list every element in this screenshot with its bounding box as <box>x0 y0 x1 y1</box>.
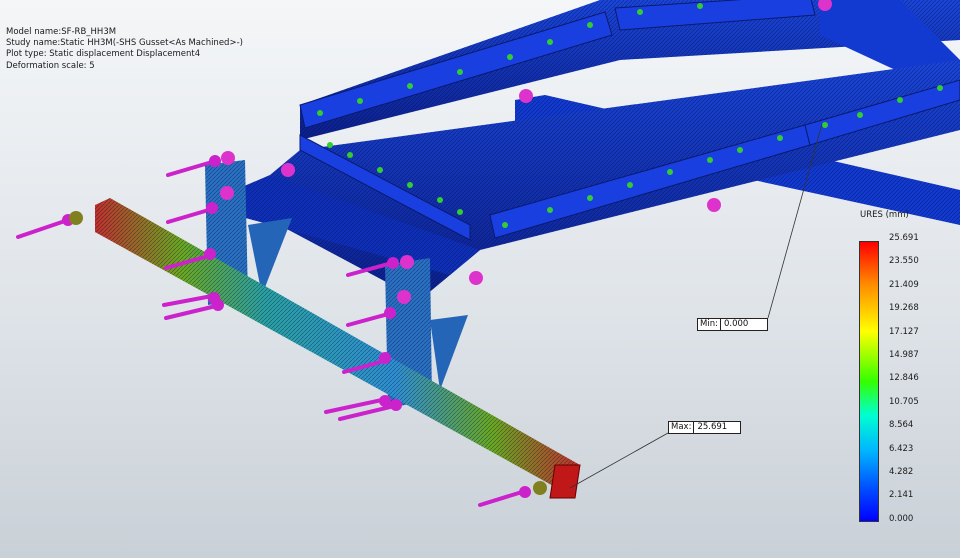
min-probe-label: Min: <box>697 318 721 331</box>
chassis-frame <box>95 0 960 499</box>
legend-tick: 25.691 <box>889 233 919 243</box>
legend-tick: 0.000 <box>889 513 914 524</box>
model-viewport[interactable] <box>0 0 960 558</box>
legend-tick: 12.846 <box>889 373 919 384</box>
max-probe-label: Max: <box>668 421 695 434</box>
legend-tick: 21.409 <box>889 279 919 290</box>
legend-tick: 8.564 <box>889 420 914 431</box>
legend-tick: 23.550 <box>889 256 919 267</box>
plot-type: Plot type: Static displacement Displacem… <box>6 49 201 60</box>
legend-tick: 14.987 <box>889 350 919 360</box>
min-probe-value: 0.000 <box>720 318 768 331</box>
study-info: Model name:SF-RB_HH3M Study name:Static … <box>6 27 243 72</box>
max-probe[interactable]: Max: 25.691 <box>668 421 742 434</box>
legend-tick: 2.141 <box>889 490 914 501</box>
deformation-scale: Deformation scale: 5 <box>6 60 95 71</box>
study-name: Study name:Static HH3M(-SHS Gusset<As Ma… <box>6 38 243 49</box>
legend-title: URES (mm) <box>860 210 909 220</box>
legend-tick: 4.282 <box>889 467 914 477</box>
max-probe-value: 25.691 <box>694 421 742 434</box>
legend-tick: 10.705 <box>889 396 919 407</box>
max-leader-line <box>569 432 669 489</box>
legend-tick: 17.127 <box>889 326 919 337</box>
color-legend-bar <box>859 241 879 522</box>
min-probe[interactable]: Min: 0.000 <box>697 318 768 331</box>
model-name: Model name:SF-RB_HH3M <box>6 27 117 37</box>
legend-tick: 19.268 <box>889 303 919 314</box>
legend-tick: 6.423 <box>889 443 914 454</box>
